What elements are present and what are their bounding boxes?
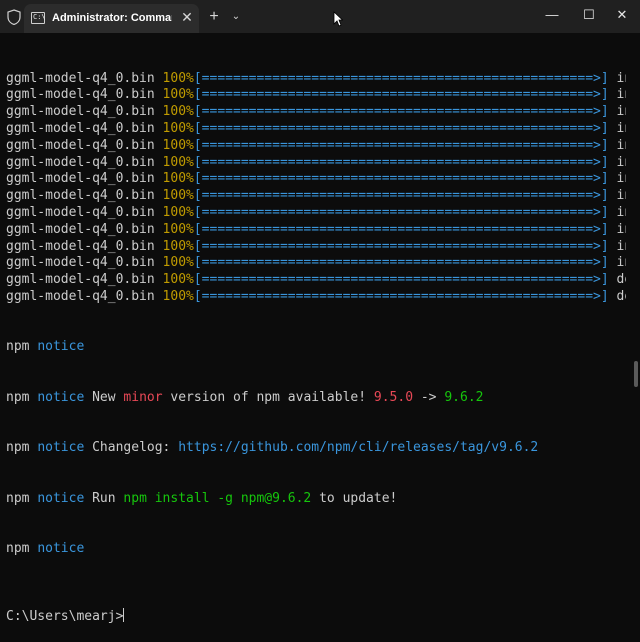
progress-bar: [=======================================… — [193, 288, 609, 304]
progress-bar: [=======================================… — [193, 238, 609, 254]
progress-percent: 100% — [162, 255, 194, 271]
progress-percent: 100% — [162, 87, 194, 103]
progress-percent: 100% — [162, 137, 194, 153]
progress-bar: [=======================================… — [193, 255, 609, 271]
tab-title: Administrator: Command Pro — [52, 12, 172, 24]
file-name: ggml-model-q4_0.bin — [6, 188, 155, 204]
maximize-button[interactable]: ☐ — [574, 5, 604, 25]
file-name: ggml-model-q4_0.bin — [6, 255, 155, 271]
file-name: ggml-model-q4_0.bin — [6, 288, 155, 304]
progress-suffix: in — [616, 188, 626, 204]
progress-line: ggml-model-q4_0.bin 100%[===============… — [6, 289, 626, 306]
progress-line: ggml-model-q4_0.bin 100%[===============… — [6, 87, 626, 104]
npm-changelog-line: npm notice Changelog: https://github.com… — [6, 440, 539, 456]
progress-bar: [=======================================… — [193, 204, 609, 220]
file-name: ggml-model-q4_0.bin — [6, 87, 155, 103]
progress-suffix: in — [616, 120, 626, 136]
mouse-cursor-icon — [333, 11, 343, 27]
progress-suffix: in — [616, 204, 626, 220]
file-name: ggml-model-q4_0.bin — [6, 137, 155, 153]
progress-percent: 100% — [162, 221, 194, 237]
close-tab-button[interactable]: ✕ — [179, 9, 195, 26]
progress-percent: 100% — [162, 272, 194, 288]
file-name: ggml-model-q4_0.bin — [6, 120, 155, 136]
progress-suffix: in — [616, 87, 626, 103]
progress-suffix: in — [616, 154, 626, 170]
npm-update-available-line: npm notice New minor version of npm avai… — [6, 389, 484, 405]
new-tab-button[interactable]: + — [204, 7, 224, 27]
file-name: ggml-model-q4_0.bin — [6, 204, 155, 220]
progress-line: ggml-model-q4_0.bin 100%[===============… — [6, 272, 626, 289]
progress-suffix: in — [616, 137, 626, 153]
progress-line: ggml-model-q4_0.bin 100%[===============… — [6, 171, 626, 188]
npm-notice-line: npm notice — [6, 540, 85, 556]
progress-percent: 100% — [162, 204, 194, 220]
progress-line: ggml-model-q4_0.bin 100%[===============… — [6, 188, 626, 205]
progress-lines: ggml-model-q4_0.bin 100%[===============… — [6, 71, 626, 306]
progress-bar: [=======================================… — [193, 221, 609, 237]
progress-percent: 100% — [162, 120, 194, 136]
close-window-button[interactable]: ✕ — [607, 5, 637, 25]
chevron-down-icon[interactable]: ⌄ — [228, 7, 244, 27]
progress-line: ggml-model-q4_0.bin 100%[===============… — [6, 255, 626, 272]
progress-line: ggml-model-q4_0.bin 100%[===============… — [6, 104, 626, 121]
progress-bar: [=======================================… — [193, 154, 609, 170]
progress-percent: 100% — [162, 171, 194, 187]
progress-bar: [=======================================… — [193, 70, 609, 86]
progress-percent: 100% — [162, 238, 194, 254]
progress-bar: [=======================================… — [193, 171, 609, 187]
terminal-output[interactable]: ggml-model-q4_0.bin 100%[===============… — [6, 37, 626, 642]
progress-suffix: in — [616, 104, 626, 120]
progress-suffix: don — [616, 288, 626, 304]
progress-percent: 100% — [162, 288, 194, 304]
terminal-icon: C:\ — [31, 12, 46, 24]
shield-icon — [7, 9, 21, 25]
progress-suffix: in — [616, 238, 626, 254]
file-name: ggml-model-q4_0.bin — [6, 272, 155, 288]
progress-suffix: in — [616, 221, 626, 237]
progress-bar: [=======================================… — [193, 120, 609, 136]
changelog-link[interactable]: https://github.com/npm/cli/releases/tag/… — [178, 440, 538, 455]
progress-percent: 100% — [162, 70, 194, 86]
progress-suffix: in — [616, 255, 626, 271]
npm-notice-line: npm notice — [6, 339, 85, 355]
progress-percent: 100% — [162, 104, 194, 120]
progress-bar: [=======================================… — [193, 137, 609, 153]
file-name: ggml-model-q4_0.bin — [6, 104, 155, 120]
progress-bar: [=======================================… — [193, 272, 609, 288]
progress-percent: 100% — [162, 154, 194, 170]
progress-line: ggml-model-q4_0.bin 100%[===============… — [6, 121, 626, 138]
progress-bar: [=======================================… — [193, 188, 609, 204]
text-cursor — [123, 608, 125, 623]
progress-line: ggml-model-q4_0.bin 100%[===============… — [6, 155, 626, 172]
tab-command-prompt[interactable]: C:\ Administrator: Command Pro ✕ — [24, 4, 199, 33]
file-name: ggml-model-q4_0.bin — [6, 70, 155, 86]
progress-suffix: in — [616, 171, 626, 187]
progress-line: ggml-model-q4_0.bin 100%[===============… — [6, 239, 626, 256]
scrollbar[interactable] — [634, 361, 638, 387]
progress-line: ggml-model-q4_0.bin 100%[===============… — [6, 205, 626, 222]
title-bar: C:\ Administrator: Command Pro ✕ + ⌄ — ☐… — [0, 0, 640, 33]
progress-suffix: in — [616, 70, 626, 86]
progress-bar: [=======================================… — [193, 87, 609, 103]
progress-suffix: don — [616, 272, 626, 288]
progress-line: ggml-model-q4_0.bin 100%[===============… — [6, 222, 626, 239]
file-name: ggml-model-q4_0.bin — [6, 171, 155, 187]
file-name: ggml-model-q4_0.bin — [6, 154, 155, 170]
progress-line: ggml-model-q4_0.bin 100%[===============… — [6, 71, 626, 88]
progress-percent: 100% — [162, 188, 194, 204]
npm-run-line: npm notice Run npm install -g npm@9.6.2 … — [6, 490, 398, 506]
minimize-button[interactable]: — — [537, 5, 567, 25]
progress-bar: [=======================================… — [193, 104, 609, 120]
file-name: ggml-model-q4_0.bin — [6, 221, 155, 237]
command-prompt-line[interactable]: C:\Users\mearj> — [6, 608, 626, 625]
file-name: ggml-model-q4_0.bin — [6, 238, 155, 254]
progress-line: ggml-model-q4_0.bin 100%[===============… — [6, 138, 626, 155]
